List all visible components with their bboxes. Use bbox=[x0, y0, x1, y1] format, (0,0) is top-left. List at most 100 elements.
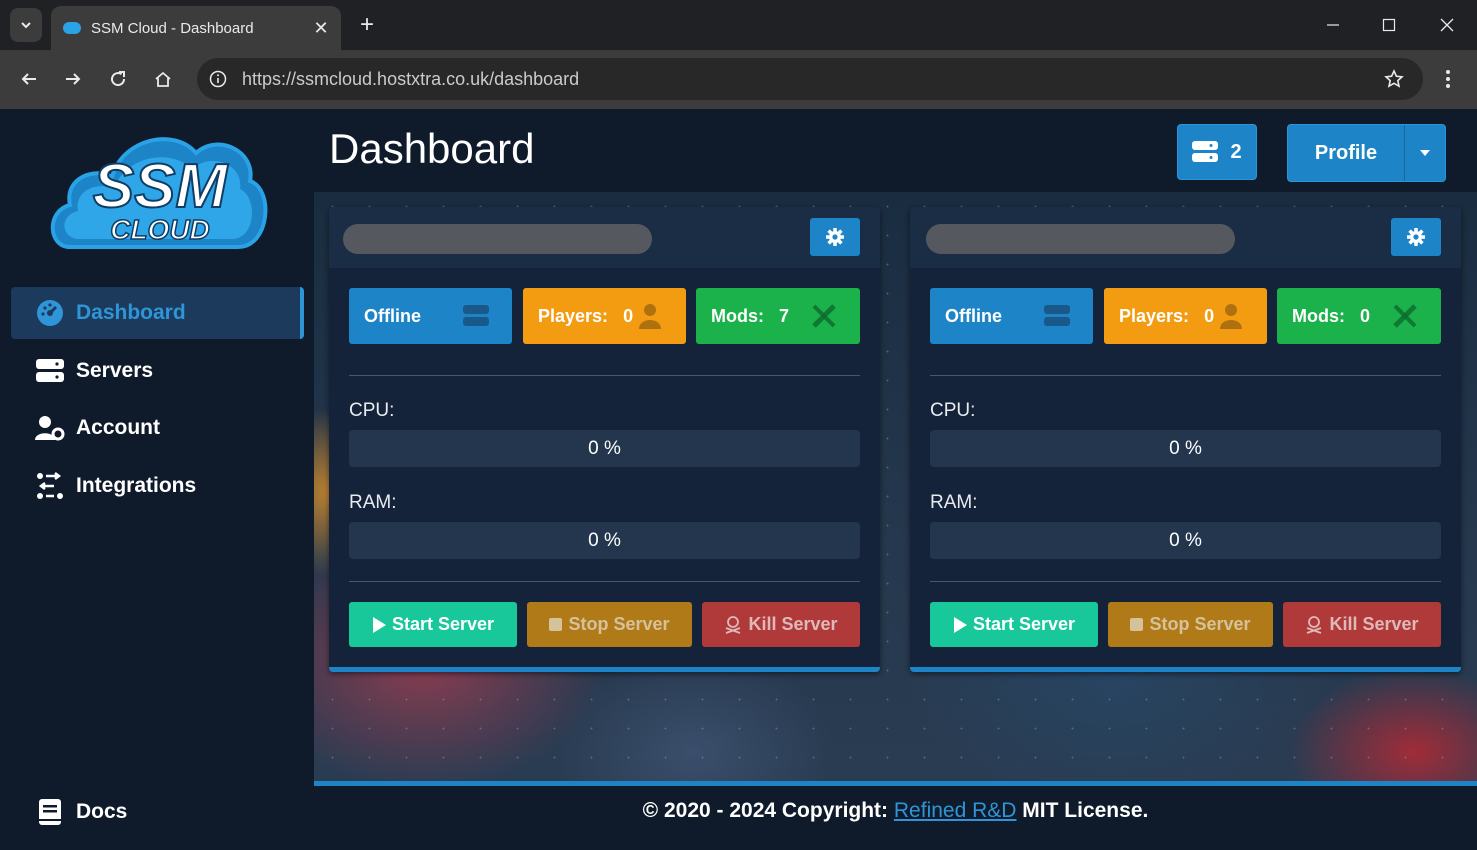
reload-button[interactable] bbox=[103, 64, 133, 94]
profile-dropdown-toggle[interactable] bbox=[1405, 125, 1445, 181]
ram-progress-bar: 0 % bbox=[930, 522, 1441, 559]
site-info-icon[interactable] bbox=[206, 67, 230, 91]
home-button[interactable] bbox=[148, 64, 178, 94]
address-bar[interactable]: https://ssmcloud.hostxtra.co.uk/dashboar… bbox=[197, 58, 1423, 100]
maximize-button[interactable] bbox=[1374, 10, 1404, 40]
chevron-down-icon bbox=[21, 22, 31, 29]
mods-badge: Mods: 0 bbox=[1277, 288, 1441, 344]
sidebar: SSM CLOUD Dashboard Servers Account Inte… bbox=[0, 109, 314, 850]
cpu-progress-bar: 0 % bbox=[930, 430, 1441, 467]
server-card-header bbox=[910, 207, 1461, 268]
ram-value: 0 % bbox=[588, 529, 621, 551]
stop-server-button[interactable]: Stop Server bbox=[1108, 602, 1273, 647]
app-root: SSM CLOUD Dashboard Servers Account Inte… bbox=[0, 109, 1477, 850]
arrow-left-icon bbox=[21, 73, 36, 85]
content-divider bbox=[314, 781, 1477, 786]
server-settings-button[interactable] bbox=[1391, 218, 1441, 256]
stop-icon bbox=[1130, 618, 1144, 631]
start-server-button[interactable]: Start Server bbox=[930, 602, 1098, 647]
gear-icon bbox=[1407, 228, 1425, 246]
minimize-icon bbox=[1327, 24, 1339, 26]
browser-menu-button[interactable] bbox=[1436, 64, 1460, 94]
footer: © 2020 - 2024 Copyright: Refined R&D MIT… bbox=[314, 799, 1477, 835]
browser-tabbar: SSM Cloud - Dashboard ✕ + bbox=[0, 0, 1477, 50]
cpu-value: 0 % bbox=[588, 437, 621, 459]
kill-server-button[interactable]: Kill Server bbox=[1283, 602, 1441, 647]
mods-count: 0 bbox=[1360, 305, 1371, 326]
browser-tab[interactable]: SSM Cloud - Dashboard ✕ bbox=[51, 6, 341, 50]
status-label: Offline bbox=[364, 305, 421, 326]
stop-icon bbox=[549, 618, 563, 631]
sidebar-item-account[interactable]: Account bbox=[11, 402, 304, 454]
servers-icon bbox=[1192, 141, 1219, 162]
mods-badge: Mods: 7 bbox=[696, 288, 860, 344]
reload-icon bbox=[111, 71, 126, 87]
players-label: Players: bbox=[538, 305, 609, 326]
servers-icon bbox=[35, 356, 65, 386]
caret-down-icon bbox=[1420, 150, 1430, 156]
server-name-placeholder bbox=[926, 224, 1235, 254]
server-status-badge: Offline bbox=[930, 288, 1093, 344]
server-card: Offline Players: 0 Mods: 7 CPU: 0 % RAM:… bbox=[329, 207, 880, 672]
servers-icon bbox=[462, 302, 490, 330]
players-label: Players: bbox=[1119, 305, 1190, 326]
kill-server-button[interactable]: Kill Server bbox=[702, 602, 860, 647]
sidebar-item-dashboard[interactable]: Dashboard bbox=[11, 287, 304, 339]
gauge-icon bbox=[35, 298, 65, 328]
sidebar-item-docs[interactable]: Docs bbox=[11, 786, 304, 838]
kebab-menu-icon bbox=[1446, 70, 1450, 88]
mods-count: 7 bbox=[779, 305, 790, 326]
ssm-cloud-logo[interactable]: SSM CLOUD bbox=[48, 119, 270, 264]
players-badge: Players: 0 bbox=[1104, 288, 1267, 344]
players-count: 0 bbox=[623, 305, 634, 326]
skull-crossbones-icon bbox=[1307, 615, 1322, 634]
sidebar-item-integrations[interactable]: Integrations bbox=[11, 460, 304, 512]
arrow-right-icon bbox=[66, 73, 81, 85]
cpu-label: CPU: bbox=[930, 400, 976, 421]
server-count: 2 bbox=[1230, 140, 1242, 163]
ssm-favicon-icon bbox=[63, 22, 81, 34]
start-server-button[interactable]: Start Server bbox=[349, 602, 517, 647]
server-settings-button[interactable] bbox=[810, 218, 860, 256]
stop-server-button[interactable]: Stop Server bbox=[527, 602, 692, 647]
footer-link[interactable]: Refined R&D bbox=[894, 799, 1017, 822]
status-label: Offline bbox=[945, 305, 1002, 326]
players-badge: Players: 0 bbox=[523, 288, 686, 344]
bookmark-star-icon[interactable] bbox=[1379, 64, 1409, 94]
new-tab-button[interactable]: + bbox=[354, 10, 380, 40]
close-tab-icon[interactable]: ✕ bbox=[311, 18, 331, 39]
tools-icon bbox=[810, 302, 838, 330]
skull-crossbones-icon bbox=[726, 615, 741, 634]
ram-value: 0 % bbox=[1169, 529, 1202, 551]
ram-label: RAM: bbox=[930, 492, 978, 513]
server-card-header bbox=[329, 207, 880, 268]
play-icon bbox=[372, 616, 386, 633]
maximize-icon bbox=[1382, 18, 1396, 32]
book-icon bbox=[35, 797, 65, 827]
user-icon bbox=[636, 302, 664, 330]
players-count: 0 bbox=[1204, 305, 1215, 326]
ram-label: RAM: bbox=[349, 492, 397, 513]
browser-toolbar: https://ssmcloud.hostxtra.co.uk/dashboar… bbox=[0, 50, 1477, 109]
close-window-button[interactable] bbox=[1432, 10, 1462, 40]
sidebar-item-label: Servers bbox=[76, 359, 154, 382]
minimize-button[interactable] bbox=[1318, 10, 1348, 40]
integrations-icon bbox=[35, 471, 65, 501]
mods-label: Mods: bbox=[1292, 305, 1345, 326]
server-count-button[interactable]: 2 bbox=[1177, 124, 1257, 180]
url-text: https://ssmcloud.hostxtra.co.uk/dashboar… bbox=[242, 68, 580, 89]
tab-search-button[interactable] bbox=[10, 8, 42, 42]
user-icon bbox=[1217, 302, 1245, 330]
server-card: Offline Players: 0 Mods: 0 CPU: 0 % RAM:… bbox=[910, 207, 1461, 672]
profile-button[interactable]: Profile bbox=[1288, 125, 1405, 181]
play-icon bbox=[953, 616, 967, 633]
main-content: Dashboard 2 Profile Offline Players: 0 M… bbox=[314, 109, 1477, 850]
close-icon bbox=[1440, 18, 1454, 32]
server-name-placeholder bbox=[343, 224, 652, 254]
back-button[interactable] bbox=[14, 64, 44, 94]
sidebar-item-servers[interactable]: Servers bbox=[11, 345, 304, 397]
logo-text-cloud: CLOUD bbox=[110, 214, 210, 245]
page-title: Dashboard bbox=[329, 125, 535, 172]
forward-button[interactable] bbox=[58, 64, 88, 94]
ram-progress-bar: 0 % bbox=[349, 522, 860, 559]
